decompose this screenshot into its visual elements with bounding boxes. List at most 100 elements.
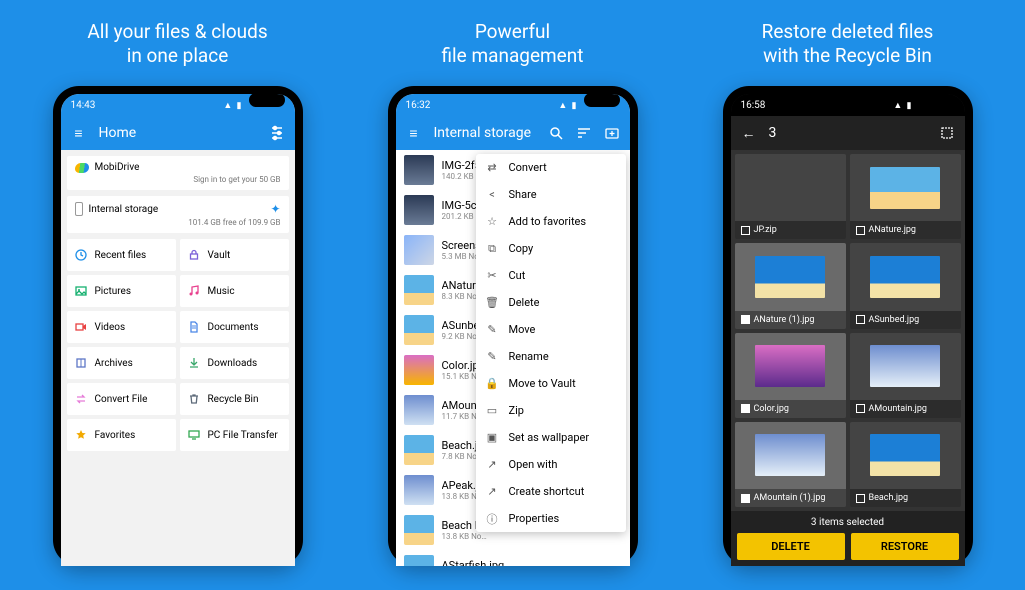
menu-label: Move <box>509 323 536 336</box>
trash-icon <box>188 393 200 405</box>
tile-trash[interactable]: Recycle Bin <box>180 383 289 415</box>
file-name: AStarfish.jpg <box>442 559 537 566</box>
tile-video[interactable]: Videos <box>67 311 176 343</box>
file-row[interactable]: AStarfish.jpg 6.2 KB Nov 21, 2019, 10:39 <box>396 550 630 566</box>
file-thumb <box>404 275 434 305</box>
cell-caption: ANature.jpg <box>850 221 961 239</box>
cell-caption: ASunbed.jpg <box>850 311 961 329</box>
back-icon[interactable]: ← <box>741 125 757 141</box>
settings-icon[interactable] <box>269 125 285 141</box>
search-icon[interactable] <box>548 125 564 141</box>
menu-item-delete[interactable]: 🗑Delete <box>476 289 626 316</box>
tile-label: Recycle Bin <box>208 394 259 405</box>
menu-item-move-to-vault[interactable]: 🔒Move to Vault <box>476 370 626 397</box>
cell-label: AMountain (1).jpg <box>754 493 826 503</box>
tile-download[interactable]: Downloads <box>180 347 289 379</box>
file-thumb <box>404 435 434 465</box>
cell-image <box>735 243 846 310</box>
menu-item-add-to-favorites[interactable]: ☆ Add to favorites <box>476 208 626 235</box>
headline-1: All your files & cloudsin one place <box>87 20 267 68</box>
panel-3: Restore deleted fileswith the Recycle Bi… <box>700 20 995 570</box>
menu-label: Add to favorites <box>509 215 587 228</box>
tile-music[interactable]: Music <box>180 275 289 307</box>
clean-icon[interactable]: ✦ <box>270 202 280 216</box>
screen3-body: JP.zip ANature.jpg ANature (1).jpg ASunb… <box>731 150 965 566</box>
menu-item-create-shortcut[interactable]: ↗Create shortcut <box>476 478 626 505</box>
clock-icon <box>75 249 87 261</box>
menu-icon-convert: ⇄ <box>486 161 499 174</box>
tile-clock[interactable]: Recent files <box>67 239 176 271</box>
tile-archive[interactable]: Archives <box>67 347 176 379</box>
cell-label: ASunbed.jpg <box>869 315 920 325</box>
grid-cell[interactable]: ASunbed.jpg <box>850 243 961 328</box>
grid-cell[interactable]: ANature.jpg <box>850 154 961 239</box>
menu-item-cut[interactable]: ✂Cut <box>476 262 626 289</box>
new-folder-icon[interactable] <box>604 125 620 141</box>
cell-image <box>850 243 961 310</box>
tile-label: Archives <box>95 358 133 369</box>
checkbox-icon <box>856 404 865 413</box>
tile-pc[interactable]: PC File Transfer <box>180 419 289 451</box>
menu-icon-delete: 🗑 <box>486 296 499 309</box>
internal-card[interactable]: ✦ Internal storage 101.4 GB free of 109.… <box>67 196 289 233</box>
delete-button[interactable]: DELETE <box>737 533 845 560</box>
menu-item-zip[interactable]: ▭Zip <box>476 397 626 424</box>
phone-frame-1: 14:43 ▲ ▮ ≡ Home MobiDrive Sign in to ge… <box>53 86 303 566</box>
grid-cell[interactable]: AMountain (1).jpg <box>735 422 846 507</box>
menu-item-copy[interactable]: ⧉Copy <box>476 235 626 262</box>
tile-image[interactable]: Pictures <box>67 275 176 307</box>
appbar-title-3: 3 <box>769 125 927 141</box>
cell-caption: JP.zip <box>735 221 846 239</box>
cell-image <box>735 154 846 221</box>
file-thumb <box>404 475 434 505</box>
menu-icon[interactable]: ≡ <box>406 125 422 141</box>
tile-star[interactable]: Favorites <box>67 419 176 451</box>
menu-icon-set-as-wallpaper: ▣ <box>486 431 499 444</box>
cell-label: Color.jpg <box>754 404 789 414</box>
camera-pill-2 <box>584 94 620 107</box>
checkbox-icon <box>856 315 865 324</box>
menu-icon-add-to-favorites: ☆ <box>486 215 499 228</box>
tile-doc[interactable]: Documents <box>180 311 289 343</box>
select-all-icon[interactable] <box>939 125 955 141</box>
menu-item-properties[interactable]: ⓘProperties <box>476 505 626 532</box>
mobidrive-card[interactable]: MobiDrive Sign in to get your 50 GB <box>67 156 289 190</box>
tile-label: Pictures <box>95 286 132 297</box>
menu-item-rename[interactable]: ✎Rename <box>476 343 626 370</box>
tile-convert[interactable]: Convert File <box>67 383 176 415</box>
video-icon <box>75 321 87 333</box>
grid-cell[interactable]: ANature (1).jpg <box>735 243 846 328</box>
checkbox-icon <box>856 494 865 503</box>
grid-cell[interactable]: Beach.jpg <box>850 422 961 507</box>
menu-icon-cut: ✂ <box>486 269 499 282</box>
mobidrive-label: MobiDrive <box>95 162 140 173</box>
selection-count: 3 items selected <box>737 517 959 528</box>
mobidrive-icon <box>74 163 89 173</box>
tiles-grid: Recent filesVault Pictures Music Videos Docu… <box>67 239 289 451</box>
tile-label: Videos <box>95 322 126 333</box>
tile-lock[interactable]: Vault <box>180 239 289 271</box>
restore-button[interactable]: RESTORE <box>851 533 959 560</box>
menu-item-set-as-wallpaper[interactable]: ▣ Set as wallpaper <box>476 424 626 451</box>
menu-item-move[interactable]: ✎Move <box>476 316 626 343</box>
lock-icon <box>188 249 200 261</box>
statusbar-3: 16:58 ▲ ▮ <box>731 94 965 116</box>
file-meta: 13.8 KB No… <box>442 532 488 541</box>
download-icon <box>188 357 200 369</box>
cell-caption: Beach.jpg <box>850 489 961 507</box>
cell-label: Beach.jpg <box>869 493 909 503</box>
menu-item-share[interactable]: <Share <box>476 181 626 208</box>
doc-icon <box>188 321 200 333</box>
menu-icon[interactable]: ≡ <box>71 125 87 141</box>
grid-cell[interactable]: Color.jpg <box>735 333 846 418</box>
grid-cell[interactable]: JP.zip <box>735 154 846 239</box>
internal-sub: 101.4 GB free of 109.9 GB <box>75 218 281 227</box>
panel-1: All your files & cloudsin one place 14:4… <box>30 20 325 570</box>
menu-item-convert[interactable]: ⇄Convert <box>476 154 626 181</box>
menu-icon-open-with: ↗ <box>486 458 499 471</box>
image-icon <box>75 285 87 297</box>
menu-label: Set as wallpaper <box>509 431 590 444</box>
sort-icon[interactable] <box>576 125 592 141</box>
menu-item-open-with[interactable]: ↗Open with <box>476 451 626 478</box>
grid-cell[interactable]: AMountain.jpg <box>850 333 961 418</box>
